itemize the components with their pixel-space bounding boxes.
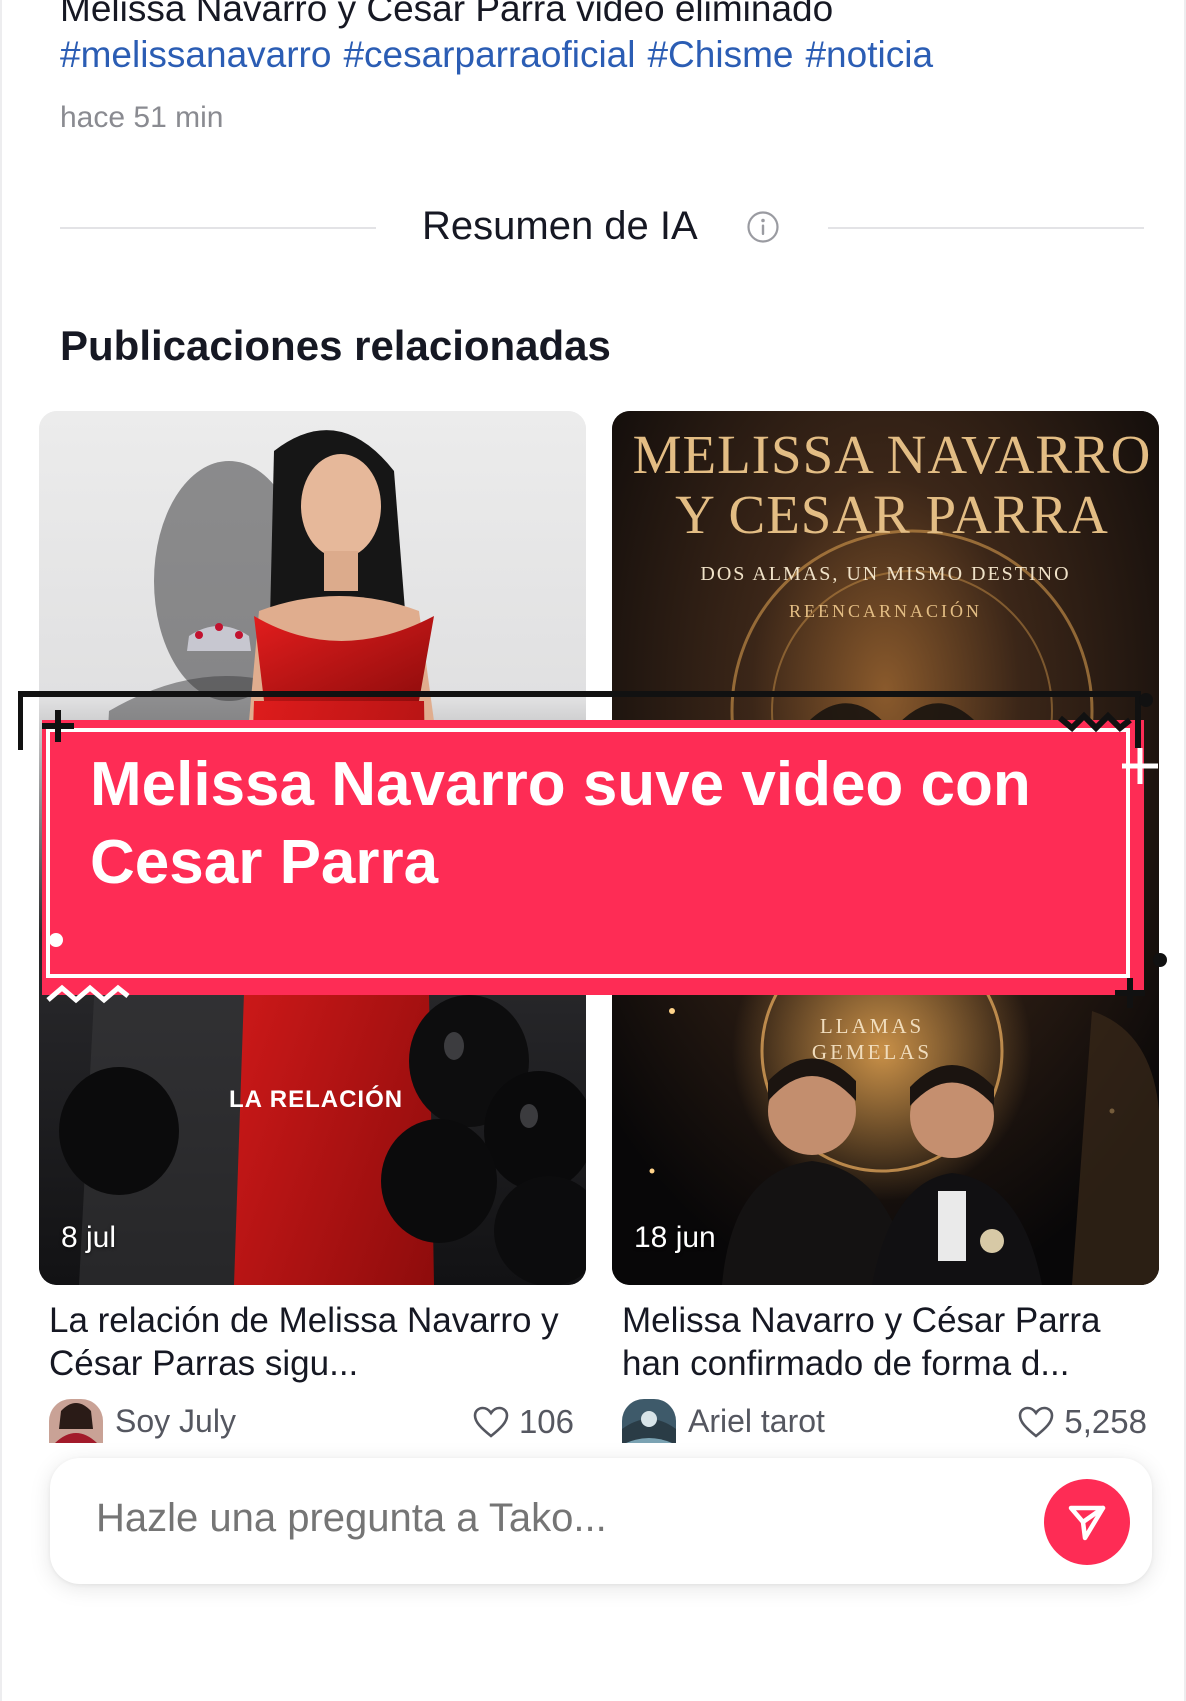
related-heading: Publicaciones relacionadas (60, 322, 611, 369)
like-count[interactable]: 5,258 (1018, 1403, 1147, 1441)
send-button[interactable] (1044, 1479, 1130, 1565)
thumbnail-caption: LA RELACIÓN (229, 1086, 404, 1113)
related-card[interactable]: MELISSA NAVARRO Y CESAR PARRA DOS ALMAS,… (612, 411, 1159, 1445)
send-icon (1068, 1505, 1106, 1541)
author-name[interactable]: Ariel tarot (688, 1403, 825, 1440)
ai-summary-label[interactable]: Resumen de IA (422, 204, 698, 249)
avatar[interactable] (622, 1399, 676, 1443)
thumbnail-title-line: Y CESAR PARRA (675, 484, 1109, 545)
ai-summary-row[interactable]: Resumen de IA (60, 200, 1144, 256)
video-thumbnail[interactable]: LA RELACIÓN 8 jul (39, 411, 586, 1285)
frame-edge-left (0, 0, 2, 1701)
card-meta: Soy July 106 (39, 1399, 586, 1445)
heart-icon[interactable] (1018, 1406, 1054, 1438)
hashtag-link[interactable]: #melissanavarro (60, 34, 331, 75)
hashtag-link[interactable]: #cesarparraoficial (343, 34, 635, 75)
card-meta: Ariel tarot 5,258 (612, 1399, 1159, 1445)
thumbnail-subtitle: DOS ALMAS, UN MISMO DESTINO (700, 563, 1071, 585)
hashtag-link[interactable]: #Chisme (647, 34, 793, 75)
card-description[interactable]: La relación de Melissa Navarro y César P… (39, 1299, 586, 1385)
hashtag-link[interactable]: #noticia (805, 34, 933, 75)
like-count[interactable]: 106 (473, 1403, 574, 1441)
ask-bar (50, 1458, 1152, 1584)
info-icon[interactable] (746, 210, 780, 244)
post-date: 18 jun (634, 1221, 716, 1254)
thumbnail-illustration (39, 411, 586, 1285)
author-name[interactable]: Soy July (115, 1403, 236, 1440)
video-thumbnail[interactable]: MELISSA NAVARRO Y CESAR PARRA DOS ALMAS,… (612, 411, 1159, 1285)
divider-left (60, 227, 376, 229)
post-date: 8 jul (61, 1221, 117, 1254)
divider-right (828, 227, 1144, 229)
like-count-value: 106 (518, 1403, 574, 1440)
hashtag-list: #melissanavarro #cesarparraoficial #Chisme… (60, 32, 945, 78)
related-card[interactable]: LA RELACIÓN 8 jul La relación de Melissa… (39, 411, 586, 1445)
like-count-value: 5,258 (1064, 1403, 1147, 1440)
thumbnail-title: MELISSA NAVARRO Y CESAR PARRA (622, 425, 1159, 545)
thumbnail-title-line: MELISSA NAVARRO (632, 424, 1152, 485)
card-description[interactable]: Melissa Navarro y César Parra han confir… (612, 1299, 1159, 1385)
post-title: Melissa Navarro y César Parra video elim… (60, 0, 834, 29)
post-timestamp: hace 51 min (60, 101, 224, 134)
thumbnail-caption: LLAMAS GEMELAS (811, 1014, 933, 1064)
ask-input[interactable] (96, 1496, 956, 1541)
thumbnail-tag: REENCARNACIÓN (788, 601, 982, 621)
avatar[interactable] (49, 1399, 103, 1443)
heart-icon[interactable] (473, 1406, 509, 1438)
